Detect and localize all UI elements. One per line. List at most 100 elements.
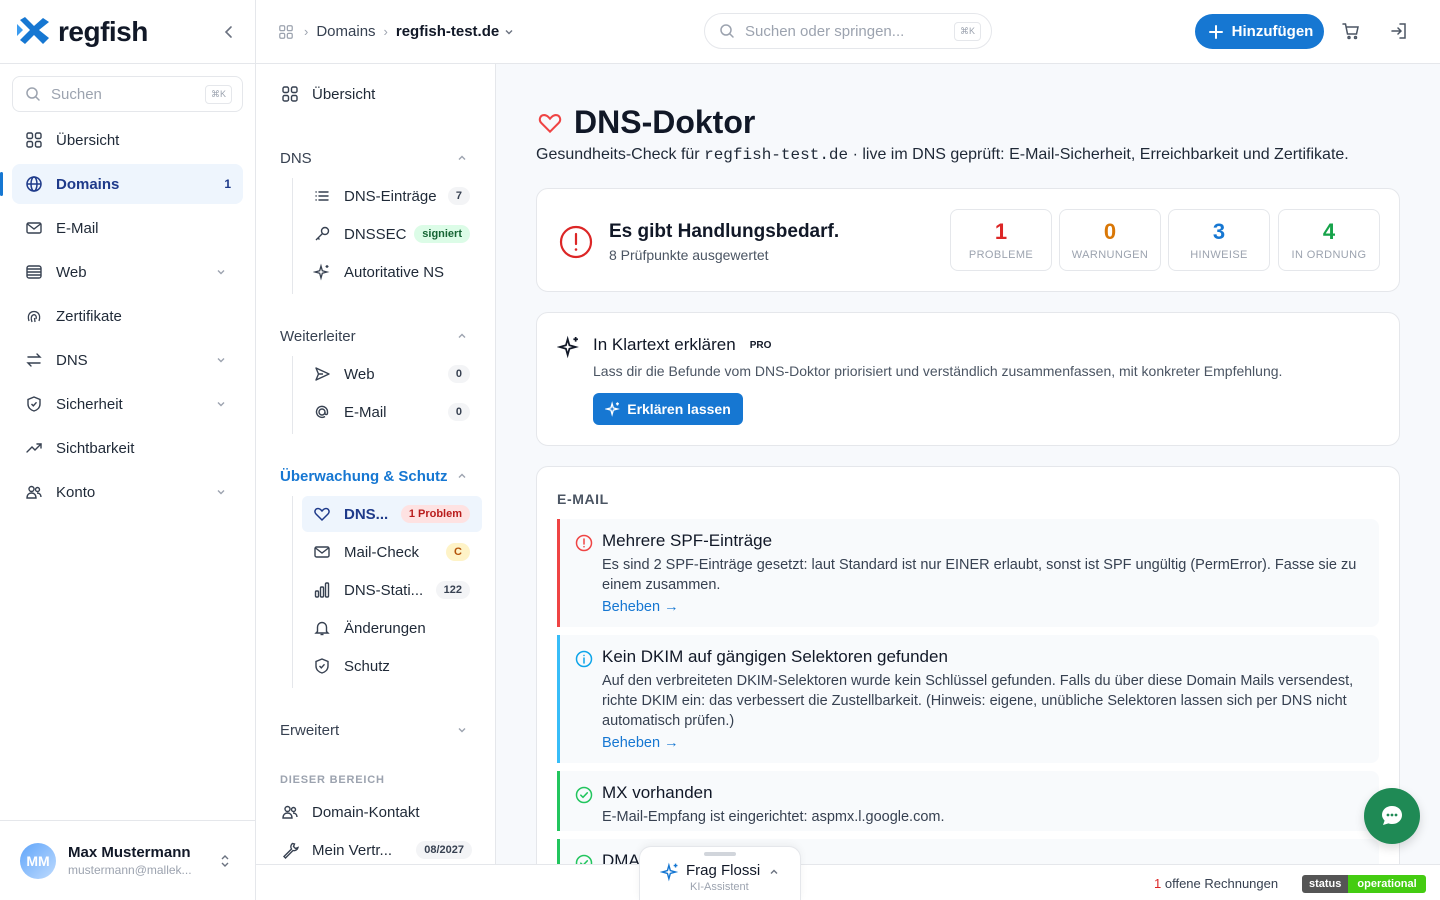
sidebar-item-dns[interactable]: DNS bbox=[12, 340, 243, 380]
grid-icon[interactable] bbox=[276, 22, 296, 42]
wrench-icon bbox=[280, 840, 300, 860]
subnav-group-dns[interactable]: DNS bbox=[280, 148, 472, 168]
stat-hints[interactable]: 3 HINWEISE bbox=[1168, 209, 1270, 271]
heart-icon bbox=[536, 109, 564, 137]
grid-icon bbox=[280, 84, 300, 104]
subnav-item-autoritative-ns[interactable]: Autoritative NS bbox=[302, 254, 482, 290]
ai-title-text: In Klartext erklären bbox=[593, 335, 736, 354]
search-icon bbox=[23, 84, 43, 104]
search-icon bbox=[717, 21, 737, 41]
explain-button[interactable]: Erklären lassen bbox=[593, 393, 743, 425]
sidebar-item-konto[interactable]: Konto bbox=[12, 472, 243, 512]
subnav-item-domain-kontakt[interactable]: Domain-Kontakt bbox=[280, 802, 472, 822]
info-icon bbox=[575, 650, 593, 668]
trending-icon bbox=[24, 438, 44, 458]
subnav-item-dns-eintraege[interactable]: DNS-Einträge 7 bbox=[302, 178, 482, 214]
invoices-label: offene Rechnungen bbox=[1161, 876, 1279, 891]
sidebar-search-input[interactable]: Suchen ⌘K bbox=[12, 76, 243, 112]
collapse-sidebar-icon[interactable] bbox=[219, 22, 239, 42]
user-name: Max Mustermann bbox=[68, 844, 191, 861]
breadcrumb-domain-label: regfish-test.de bbox=[395, 23, 500, 40]
sidebar-item-label: Sichtbarkeit bbox=[56, 439, 135, 457]
subnav-item-label: Web bbox=[344, 365, 375, 383]
domains-count-badge: 1 bbox=[224, 177, 231, 191]
subnav-overview[interactable]: Übersicht bbox=[280, 84, 375, 104]
group-title: Erweitert bbox=[280, 721, 340, 739]
subnav-item-label: Domain-Kontakt bbox=[312, 803, 420, 821]
sidebar-item-domains[interactable]: Domains 1 bbox=[0, 164, 243, 204]
subnav-item-aenderungen[interactable]: Änderungen bbox=[302, 610, 482, 646]
global-search-input[interactable]: Suchen oder springen... ⌘K bbox=[704, 13, 992, 49]
stat-problems[interactable]: 1 PROBLEME bbox=[950, 209, 1052, 271]
problem-badge: 1 Problem bbox=[400, 505, 470, 523]
stat-warnings[interactable]: 0 WARNUNGEN bbox=[1059, 209, 1161, 271]
subnav-item-label: DNSSEC bbox=[344, 225, 407, 243]
subnav-item-label: Schutz bbox=[344, 657, 390, 675]
main-sidebar: regfish Suchen ⌘K Übersicht Domains 1 E-… bbox=[0, 0, 256, 900]
top-bar: › Domains › regfish-test.de Suchen oder … bbox=[256, 0, 1440, 64]
stat-ok[interactable]: 4 IN ORDNUNG bbox=[1278, 209, 1380, 271]
breadcrumb-separator: › bbox=[383, 24, 388, 39]
key-icon bbox=[312, 224, 332, 244]
open-invoices-link[interactable]: 1 offene Rechnungen bbox=[1154, 876, 1278, 891]
sparkles-icon bbox=[557, 335, 581, 359]
sidebar-item-zertifikate[interactable]: Zertifikate bbox=[12, 296, 243, 336]
group-title: Weiterleiter bbox=[280, 327, 356, 345]
subnav-overview-label: Übersicht bbox=[312, 85, 376, 103]
breadcrumb-current-domain[interactable]: regfish-test.de bbox=[396, 22, 519, 42]
arrows-icon bbox=[24, 350, 44, 370]
sidebar-item-sicherheit[interactable]: Sicherheit bbox=[12, 384, 243, 424]
status-badge-value: operational bbox=[1348, 875, 1426, 893]
chevron-down-icon bbox=[452, 720, 472, 740]
subnav-item-schutz[interactable]: Schutz bbox=[302, 648, 482, 684]
chat-button[interactable] bbox=[1364, 788, 1420, 844]
stat-value: 3 bbox=[1212, 219, 1226, 244]
status-badge-label: status bbox=[1302, 875, 1349, 893]
subnav-item-web-forward[interactable]: Web 0 bbox=[302, 356, 482, 392]
chevron-updown-icon bbox=[215, 851, 235, 871]
fingerprint-icon bbox=[24, 306, 44, 326]
logout-icon[interactable] bbox=[1389, 21, 1409, 41]
ai-assistant-tab[interactable]: Frag Flossi KI-Assistent bbox=[639, 846, 801, 900]
subnav-group-weiterleiter[interactable]: Weiterleiter bbox=[280, 326, 472, 346]
status-summary-card: Es gibt Handlungsbedarf. 8 Prüfpunkte au… bbox=[536, 188, 1400, 292]
subnav-item-mein-vertrag[interactable]: Mein Vertr... 08/2027 bbox=[280, 840, 472, 860]
page-subtitle: Gesundheits-Check für regfish-test.de · … bbox=[536, 146, 1349, 164]
subnav-item-mail-check[interactable]: Mail-Check C bbox=[302, 534, 482, 570]
drag-handle[interactable] bbox=[704, 852, 736, 856]
sidebar-item-web[interactable]: Web bbox=[12, 252, 243, 292]
users-icon bbox=[280, 802, 300, 822]
add-button[interactable]: Hinzufügen bbox=[1195, 14, 1324, 49]
user-menu[interactable]: MM Max Mustermann mustermann@mallek... bbox=[0, 820, 255, 900]
subnav-item-label: DNS-Einträge bbox=[344, 187, 437, 205]
status-badge[interactable]: status operational bbox=[1302, 875, 1426, 893]
breadcrumb-domains[interactable]: Domains bbox=[316, 23, 375, 40]
cart-icon[interactable] bbox=[1341, 21, 1361, 41]
subnav-item-dns-doktor[interactable]: DNS... 1 Problem bbox=[302, 496, 482, 532]
sidebar-item-sichtbarkeit[interactable]: Sichtbarkeit bbox=[12, 428, 243, 468]
subnav-item-dnssec[interactable]: DNSSEC signiert bbox=[302, 216, 482, 252]
subnav-group-ueberwachung[interactable]: Überwachung & Schutz bbox=[280, 466, 472, 486]
users-icon bbox=[24, 482, 44, 502]
subnav-group-erweitert[interactable]: Erweitert bbox=[280, 720, 472, 740]
stat-label: IN ORDNUNG bbox=[1291, 249, 1367, 261]
sidebar-item-uebersicht[interactable]: Übersicht bbox=[12, 120, 243, 160]
regfish-logo-icon[interactable] bbox=[16, 16, 52, 48]
section-title: E-MAIL bbox=[557, 491, 609, 507]
fix-link[interactable]: Beheben → bbox=[602, 735, 679, 751]
sparkles-icon bbox=[605, 401, 621, 417]
chevron-up-icon bbox=[764, 862, 784, 882]
stat-value: 0 bbox=[1103, 219, 1117, 244]
subnav-item-dns-statistik[interactable]: DNS-Stati... 122 bbox=[302, 572, 482, 608]
fix-link[interactable]: Beheben → bbox=[602, 599, 679, 615]
subnav-item-label: DNS-Stati... bbox=[344, 581, 424, 599]
check-circle-icon bbox=[575, 854, 593, 864]
domain-subnav: Übersicht DNS DNS-Einträge 7 DNSSEC sign… bbox=[256, 64, 496, 864]
subnav-item-label: Mein Vertr... bbox=[312, 841, 393, 859]
sidebar-item-email[interactable]: E-Mail bbox=[12, 208, 243, 248]
page-title-text: DNS-Doktor bbox=[574, 104, 756, 140]
finding-dkim: Kein DKIM auf gängigen Selektoren gefund… bbox=[557, 635, 1379, 763]
finding-description: E-Mail-Empfang ist eingerichtet: aspmx.l… bbox=[602, 809, 945, 825]
logo-text[interactable]: regfish bbox=[58, 16, 148, 48]
subnav-item-email-forward[interactable]: E-Mail 0 bbox=[302, 394, 482, 430]
